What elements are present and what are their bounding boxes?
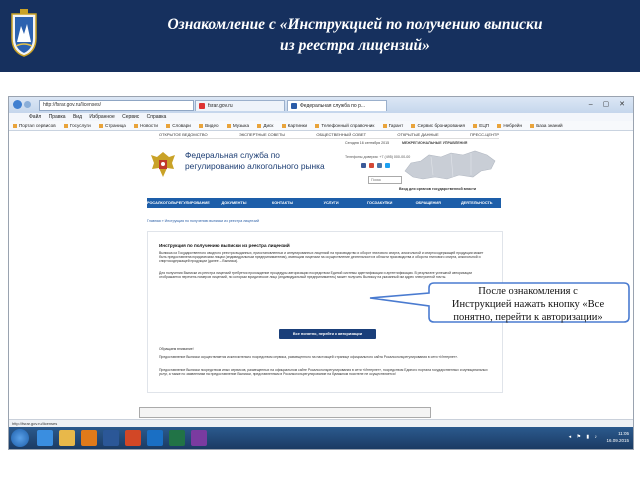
google-plus-icon[interactable]	[369, 163, 374, 168]
topnav-public-council[interactable]: ОБЩЕСТВЕННЫЙ СОВЕТ	[316, 131, 366, 138]
media-player-icon[interactable]	[81, 430, 97, 446]
browser-tab-1[interactable]: fsrar.gov.ru	[195, 100, 285, 111]
clock-date: 16.09.2015	[606, 438, 629, 443]
browser-titlebar: http://fsrar.gov.ru/licenses/ fsrar.gov.…	[9, 97, 633, 113]
site-date: Сегодня 16 сентября 2015	[345, 141, 390, 145]
favorite-link[interactable]: ЕЦП	[473, 123, 489, 128]
menu-view[interactable]: Вид	[73, 114, 82, 120]
eagle-emblem-icon	[151, 152, 175, 177]
favorite-link[interactable]: Картинки	[282, 123, 307, 128]
vk-icon[interactable]	[377, 163, 382, 168]
slide-title-line2: из реестра лицензий»	[280, 37, 430, 54]
folder-icon[interactable]	[59, 430, 75, 446]
address-bar[interactable]: http://fsrar.gov.ru/licenses/	[39, 100, 194, 111]
outlook-icon[interactable]	[147, 430, 163, 446]
forward-icon[interactable]	[24, 101, 31, 108]
topnav-open-data[interactable]: ОТКРЫТЫЕ ДАННЫЕ	[397, 131, 438, 138]
favorite-link[interactable]: Диск	[257, 123, 273, 128]
clock-time: 11:05	[618, 431, 629, 436]
favorite-link[interactable]: Телефонный справочник	[315, 123, 374, 128]
taskbar-clock[interactable]: 11:05 16.09.2015	[606, 430, 629, 444]
favorites-bar: Портал сервисов Госуслуги Страница Новос…	[9, 121, 633, 131]
menu-edit[interactable]: Правка	[49, 114, 66, 120]
russia-map-icon[interactable]	[401, 147, 499, 187]
instruction-paragraph-4: Предоставление Выписки осуществляется ис…	[159, 355, 459, 359]
nav-rosalkogol[interactable]: РОСАЛКОГОЛЬРЕГУЛИРОВАНИЕ	[147, 201, 210, 205]
powerpoint-icon[interactable]	[125, 430, 141, 446]
favorite-link[interactable]: Небрейн	[497, 123, 522, 128]
callout-text: После ознакомления с Инструкцией нажать …	[428, 285, 628, 324]
nav-services[interactable]: УСЛУГИ	[307, 201, 356, 205]
instruction-paragraph-2: Для получения Выписки из реестра лицензи…	[159, 271, 472, 280]
browser-menubar: Файл Правка Вид Избранное Сервис Справка	[9, 113, 633, 121]
site-top-nav: ОТКРЫТОЕ ВЕДОМСТВО ЭКСПЕРТНЫЕ СОВЕТЫ ОБЩ…	[159, 131, 499, 139]
favorite-link[interactable]: Новости	[134, 123, 158, 128]
menu-file[interactable]: Файл	[29, 114, 41, 120]
browser-screenshot: http://fsrar.gov.ru/licenses/ fsrar.gov.…	[8, 96, 634, 450]
notice-heading: Обращаем внимание!	[159, 347, 194, 351]
breadcrumb[interactable]: Главная » Инструкция по получению выписк…	[147, 219, 259, 223]
favorite-link[interactable]: Страница	[99, 123, 126, 128]
slide-header: Ознакомление с «Инструкцией по получению…	[0, 0, 640, 72]
authorize-button[interactable]: Все понятно, перейти к авторизации	[279, 329, 376, 339]
favorite-link[interactable]: Госуслуги	[64, 123, 91, 128]
favorite-link[interactable]: Гарант	[383, 123, 404, 128]
favorite-link[interactable]: Словари	[166, 123, 191, 128]
tab-favicon-icon	[199, 103, 205, 109]
favorite-link[interactable]: Портал сервисов	[13, 123, 56, 128]
topnav-press-center[interactable]: ПРЕСС-ЦЕНТР	[470, 131, 499, 138]
instruction-title: Инструкция по получению выписки из реест…	[159, 243, 290, 248]
nav-contacts[interactable]: КОНТАКТЫ	[258, 201, 307, 205]
page-scrollbar[interactable]	[139, 407, 431, 418]
nav-procurement[interactable]: ГОСЗАКУПКИ	[355, 201, 404, 205]
favorite-link[interactable]: Видео	[199, 123, 218, 128]
nav-appeals[interactable]: ОБРАЩЕНИЯ	[404, 201, 453, 205]
callout-line2: Инструкцией нажать кнопку «Все	[451, 299, 605, 310]
ie-icon[interactable]	[37, 430, 53, 446]
social-links	[361, 163, 390, 168]
gov-authority-login-link[interactable]: Вход для органов государственной власти	[399, 187, 476, 191]
topnav-expert-councils[interactable]: ЭКСПЕРТНЫЕ СОВЕТЫ	[239, 131, 285, 138]
facebook-icon[interactable]	[361, 163, 366, 168]
site-title: Федеральная служба по регулированию алко…	[185, 150, 325, 171]
browser-tab-2[interactable]: Федеральная служба по р...	[287, 100, 387, 111]
app-icon[interactable]	[191, 430, 207, 446]
nav-activity[interactable]: ДЕЯТЕЛЬНОСТЬ	[452, 201, 501, 205]
favorite-link[interactable]: База знаний	[530, 123, 562, 128]
tray-icons[interactable]: ◂ ⚑ ▮ ♪	[569, 434, 599, 440]
coat-of-arms-icon	[11, 9, 37, 57]
hotline-phones: Телефоны доверия: +7 (495) 000-00-00	[345, 155, 411, 159]
callout-line1: После ознакомления с	[478, 286, 578, 297]
taskbar-icons	[37, 430, 207, 446]
excel-icon[interactable]	[169, 430, 185, 446]
site-main-nav: РОСАЛКОГОЛЬРЕГУЛИРОВАНИЕ ДОКУМЕНТЫ КОНТА…	[147, 198, 501, 208]
windows-taskbar: ◂ ⚑ ▮ ♪ 11:05 16.09.2015	[9, 427, 633, 449]
instruction-paragraph-5: Предоставление Выписки посредством иных …	[159, 368, 488, 377]
tab-favicon-icon	[291, 103, 297, 109]
menu-help[interactable]: Справка	[147, 114, 167, 120]
back-icon[interactable]	[13, 100, 22, 109]
favorite-link[interactable]: Музыка	[227, 123, 249, 128]
regional-offices-link[interactable]: МЕЖРЕГИОНАЛЬНЫЕ УПРАВЛЕНИЯ	[402, 141, 467, 145]
instruction-paragraph-1: Выписка из Государственного сводного рее…	[159, 251, 484, 264]
tab-label: fsrar.gov.ru	[208, 103, 233, 109]
site-search-input[interactable]: Поиск	[368, 176, 402, 184]
twitter-icon[interactable]	[385, 163, 390, 168]
start-button-icon[interactable]	[11, 429, 29, 447]
slide-title-line1: Ознакомление с «Инструкцией по получению…	[167, 16, 543, 33]
favorite-link[interactable]: Сервис бронирования	[411, 123, 465, 128]
tab-label: Федеральная служба по р...	[300, 103, 366, 109]
window-controls[interactable]: – ▢ ✕	[589, 100, 629, 108]
callout-line3: понятно, перейти к авторизации»	[453, 312, 603, 323]
web-page: ОТКРЫТОЕ ВЕДОМСТВО ЭКСПЕРТНЫЕ СОВЕТЫ ОБЩ…	[9, 131, 633, 427]
slide-title: Ознакомление с «Инструкцией по получению…	[120, 14, 590, 56]
nav-documents[interactable]: ДОКУМЕНТЫ	[210, 201, 259, 205]
menu-tools[interactable]: Сервис	[122, 114, 139, 120]
word-icon[interactable]	[103, 430, 119, 446]
menu-favorites[interactable]: Избранное	[89, 114, 114, 120]
topnav-open-agency[interactable]: ОТКРЫТОЕ ВЕДОМСТВО	[159, 131, 208, 138]
